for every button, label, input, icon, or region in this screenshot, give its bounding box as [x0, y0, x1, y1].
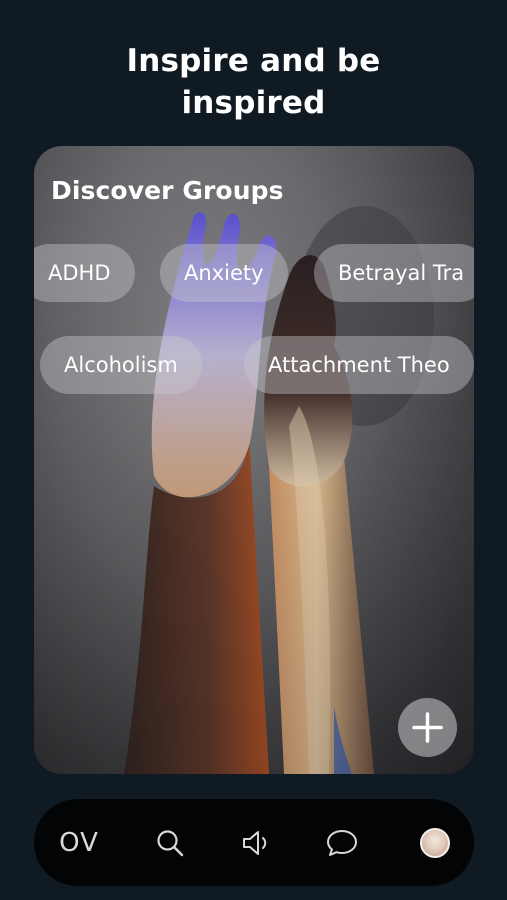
group-chip-adhd[interactable]: ADHD: [34, 244, 135, 302]
nav-announcements[interactable]: [234, 799, 276, 886]
hands-background-image: [34, 146, 474, 774]
page-title: Inspire and be inspired: [126, 43, 381, 121]
group-chip-attachment-theory[interactable]: Attachment Theo: [244, 336, 474, 394]
discover-groups-title: Discover Groups: [51, 176, 284, 205]
bottom-nav-bar: OV: [34, 799, 474, 886]
plus-icon: [412, 712, 443, 743]
nav-profile[interactable]: [414, 799, 456, 886]
add-group-button[interactable]: [398, 698, 457, 757]
chat-bubble-icon: [327, 829, 357, 856]
nav-search[interactable]: [149, 799, 191, 886]
discover-groups-card: Discover Groups ADHD Anxiety Betrayal Tr…: [34, 146, 474, 774]
groups-row-1: ADHD Anxiety Betrayal Tra: [34, 244, 474, 302]
group-chip-alcoholism[interactable]: Alcoholism: [40, 336, 202, 394]
group-chip-anxiety[interactable]: Anxiety: [160, 244, 288, 302]
groups-row-2: Alcoholism Attachment Theo: [34, 336, 474, 394]
app-logo: OV: [59, 827, 99, 858]
nav-messages[interactable]: [320, 799, 364, 886]
profile-avatar: [420, 827, 450, 858]
group-chip-betrayal-trauma[interactable]: Betrayal Tra: [314, 244, 474, 302]
search-icon: [157, 829, 184, 856]
nav-home[interactable]: OV: [48, 799, 110, 886]
megaphone-icon: [243, 830, 267, 855]
